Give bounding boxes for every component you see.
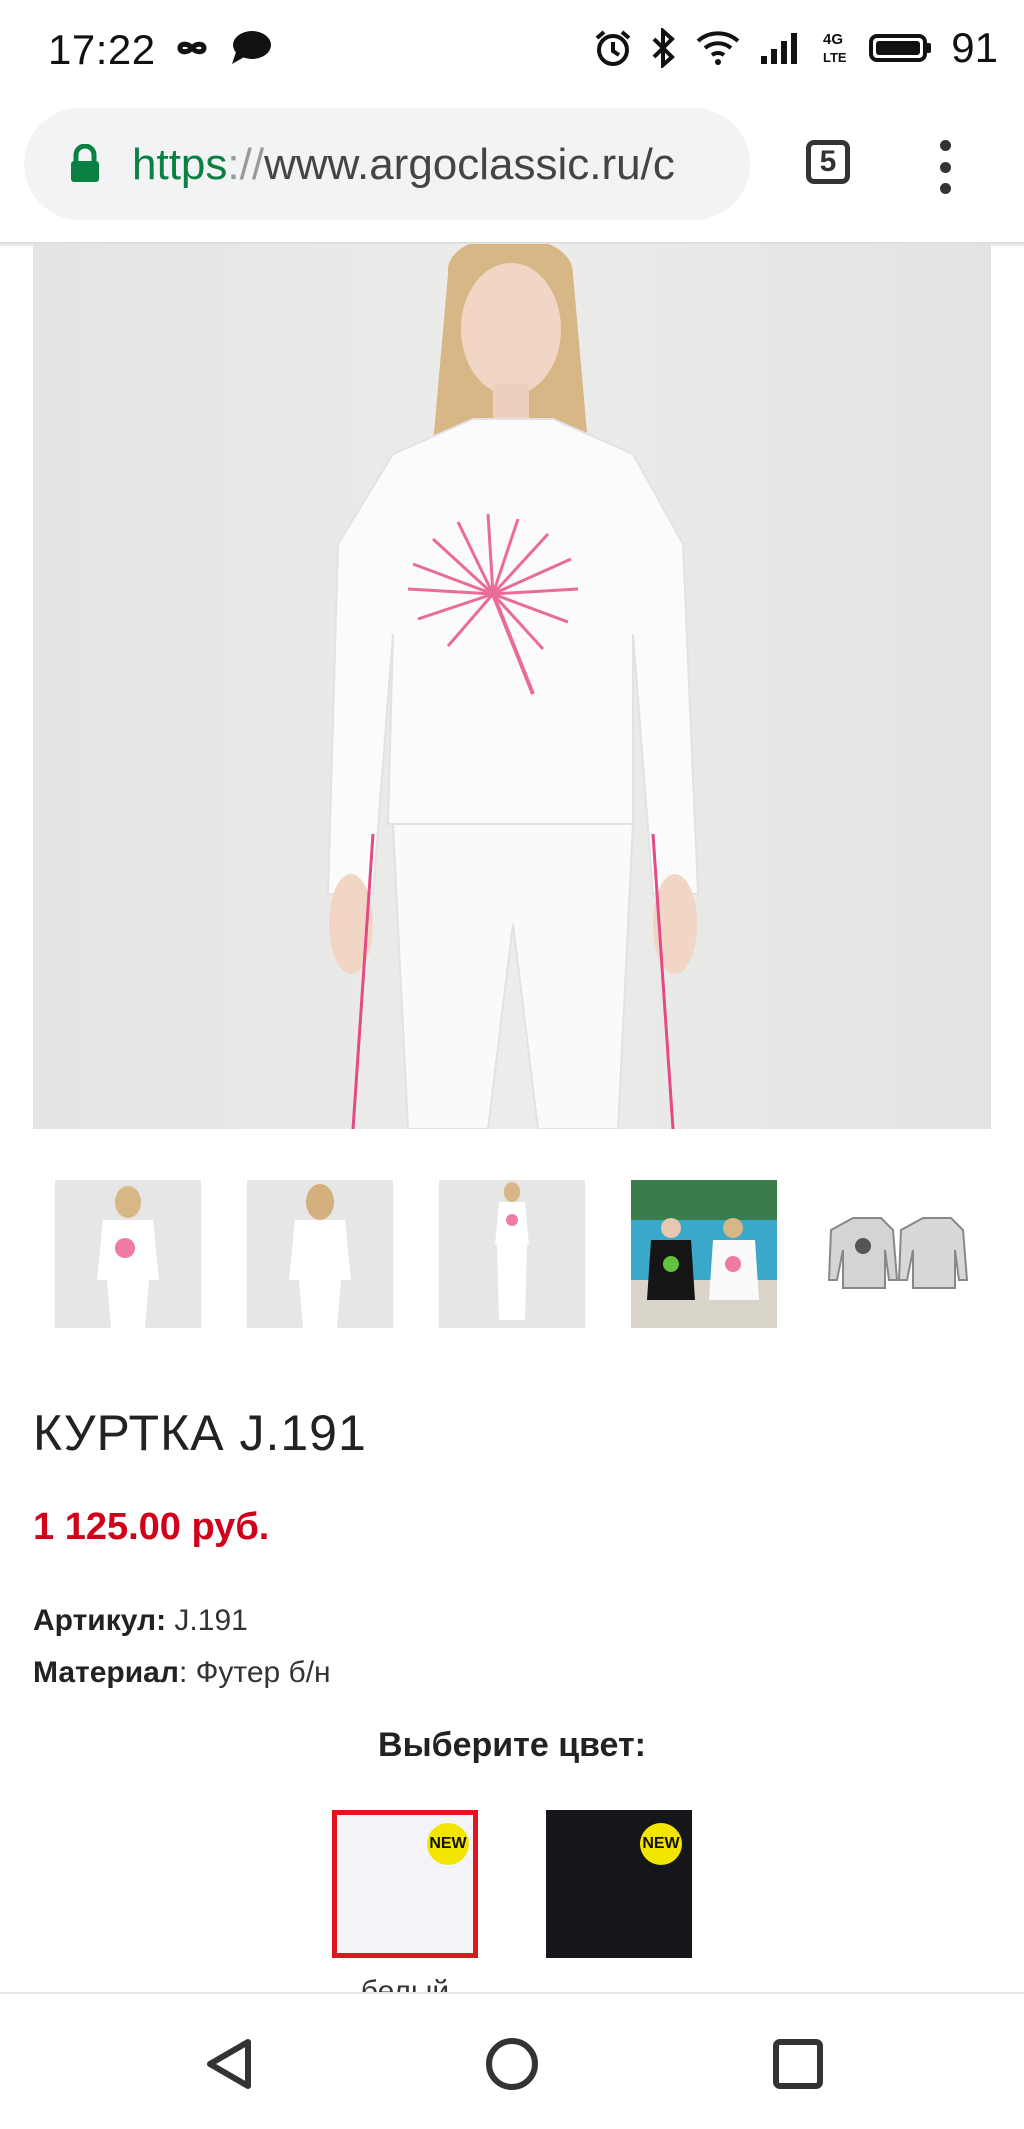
choose-color-heading: Выберите цвет: (378, 1726, 646, 1764)
wifi-icon (696, 31, 740, 65)
article-value: J.191 (166, 1604, 248, 1637)
chat-bubble-icon (232, 31, 271, 64)
browser-menu-button[interactable] (930, 140, 960, 194)
svg-text:LTE: LTE (823, 50, 847, 65)
home-icon[interactable] (484, 2036, 540, 2092)
thumbnail-sketch[interactable] (823, 1180, 969, 1328)
product-title: КУРТКА J.191 (33, 1405, 367, 1461)
status-time: 17:22 (48, 26, 156, 73)
thumbnail-strip (55, 1180, 995, 1328)
infinity-icon (177, 41, 207, 55)
thumbnail-back[interactable] (247, 1180, 393, 1328)
article-label: Артикул: (33, 1604, 167, 1637)
system-nav-bar (0, 1992, 1024, 2129)
lte-icon: 4G LTE (823, 31, 847, 65)
material-value: : Футер б/н (178, 1656, 331, 1689)
bluetooth-icon (652, 28, 676, 68)
material-label: Материал (33, 1656, 179, 1689)
model-illustration (326, 244, 700, 1129)
thumbnail-lifestyle[interactable] (631, 1180, 777, 1328)
color-swatch-black[interactable]: NEW (546, 1810, 692, 1958)
svg-text:4G: 4G (823, 31, 843, 48)
address-bar[interactable]: https://www.argoclassic.ru/c (24, 108, 750, 220)
thumbnail-front[interactable] (55, 1180, 201, 1328)
material-row: Материал: Футер б/н (33, 1656, 331, 1690)
battery-percent: 91 (951, 24, 998, 71)
status-bar: 17:22 4G LTE 91 (0, 0, 1024, 106)
color-label-white: белый (360, 1975, 450, 1992)
thumbnail-full-length[interactable] (439, 1180, 585, 1328)
back-icon[interactable] (202, 2036, 258, 2092)
product-price: 1 125.00 руб. (33, 1506, 270, 1548)
new-badge: NEW (640, 1823, 682, 1865)
url-text[interactable]: https://www.argoclassic.ru/c (132, 140, 732, 190)
lock-icon (71, 144, 99, 182)
recents-icon[interactable] (770, 2036, 826, 2092)
tab-switcher-button[interactable]: 5 (806, 140, 850, 184)
article-row: Артикул: J.191 (33, 1604, 248, 1638)
color-swatch-white[interactable]: NEW (332, 1810, 478, 1958)
battery-icon (869, 34, 932, 62)
product-main-image[interactable] (33, 244, 991, 1129)
new-badge: NEW (427, 1823, 469, 1865)
signal-icon (761, 33, 798, 64)
alarm-icon (595, 30, 631, 66)
